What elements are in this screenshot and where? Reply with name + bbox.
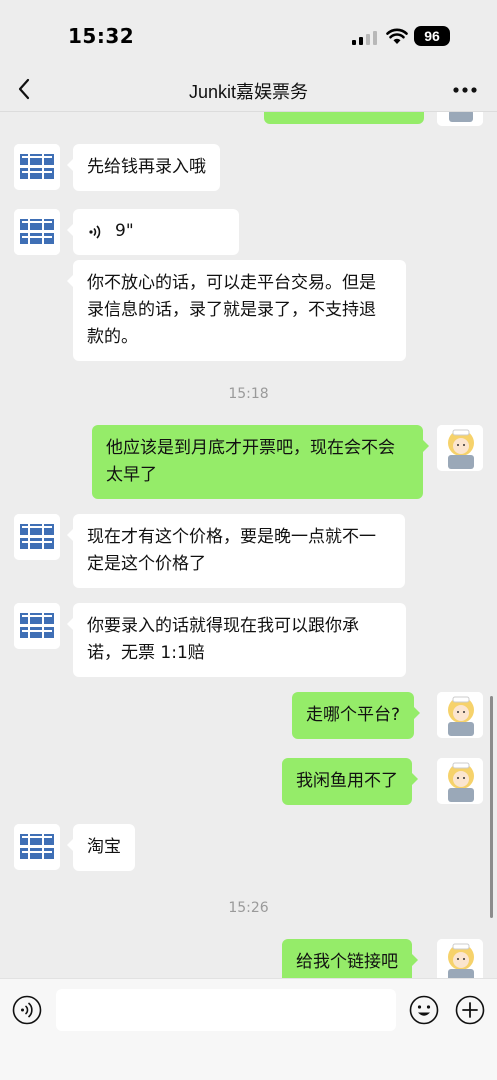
timestamp: 15:26 (228, 900, 269, 916)
message-bubble-partial[interactable] (264, 112, 424, 124)
avatar-self-partial[interactable] (437, 112, 483, 126)
voice-message-bubble[interactable]: 9" (67, 209, 239, 255)
more-options-icon[interactable] (452, 86, 478, 94)
nav-bar: Junkit嘉娱票务 (0, 66, 497, 112)
jiayu-logo-icon (14, 209, 60, 255)
message-list[interactable]: 先给钱再录入哦 9" 你不放心的话，可以走平台交易。但是录信息的话，录了就是录了… (0, 112, 497, 978)
voice-input-icon[interactable] (12, 995, 42, 1025)
voice-wave-icon (89, 224, 101, 239)
message-text: 我闲鱼用不了 (296, 771, 398, 791)
message-input[interactable] (56, 989, 396, 1031)
message-bubble[interactable]: 我闲鱼用不了 (282, 758, 418, 805)
avatar-contact[interactable] (14, 824, 60, 870)
emoji-icon[interactable] (409, 995, 439, 1025)
message-bubble[interactable]: 他应该是到月底才开票吧，现在会不会太早了 (92, 425, 429, 499)
avatar-self[interactable] (437, 692, 483, 738)
message-bubble[interactable]: 你要录入的话就得现在我可以跟你承诺，无票 1:1赔 (67, 603, 406, 677)
voice-duration: 9" (115, 221, 134, 241)
message-bubble[interactable]: 你不放心的话，可以走平台交易。但是录信息的话，录了就是录了，不支持退款的。 (67, 260, 406, 361)
battery-indicator: 96 (414, 26, 450, 46)
avatar-contact[interactable] (14, 144, 60, 190)
message-text: 现在才有这个价格，要是晚一点就不一定是这个价格了 (87, 527, 376, 574)
message-text: 淘宝 (87, 837, 121, 857)
status-bar: 15:32 96 (0, 0, 497, 66)
message-bubble[interactable]: 现在才有这个价格，要是晚一点就不一定是这个价格了 (67, 514, 405, 588)
scrollbar[interactable] (490, 696, 493, 918)
message-bubble[interactable]: 淘宝 (67, 824, 135, 871)
message-bubble[interactable]: 走哪个平台? (292, 692, 421, 739)
anime-girl-avatar-icon (437, 758, 483, 804)
message-bubble[interactable]: 先给钱再录入哦 (67, 144, 220, 191)
jiayu-logo-icon (14, 603, 60, 649)
message-text: 先给钱再录入哦 (87, 157, 206, 177)
anime-girl-avatar-icon (437, 425, 483, 471)
status-time: 15:32 (68, 24, 135, 48)
message-text: 你不放心的话，可以走平台交易。但是录信息的话，录了就是录了，不支持退款的。 (87, 273, 376, 347)
chat-title: Junkit嘉娱票务 (188, 82, 309, 102)
message-text: 你要录入的话就得现在我可以跟你承诺，无票 1:1赔 (87, 616, 359, 663)
anime-girl-avatar-icon (437, 692, 483, 738)
add-icon[interactable] (455, 995, 485, 1025)
avatar-contact[interactable] (14, 514, 60, 560)
jiayu-logo-icon (14, 514, 60, 560)
wifi-icon (386, 28, 408, 44)
jiayu-logo-icon (14, 144, 60, 190)
jiayu-logo-icon (14, 824, 60, 870)
avatar-contact[interactable] (14, 603, 60, 649)
message-text: 他应该是到月底才开票吧，现在会不会太早了 (106, 438, 395, 485)
chat-screen: 15:32 96 Junkit嘉娱票务 先给钱再录入哦 9" 你不放心的话，可以… (0, 0, 497, 1080)
anime-girl-avatar-icon (437, 939, 483, 978)
avatar-contact[interactable] (14, 209, 60, 255)
avatar-self[interactable] (437, 939, 483, 978)
message-text: 给我个链接吧 (296, 952, 398, 972)
input-bar (0, 978, 497, 1080)
message-text: 走哪个平台? (306, 705, 401, 725)
anime-girl-avatar-icon (437, 112, 483, 126)
avatar-self[interactable] (437, 425, 483, 471)
message-bubble[interactable]: 给我个链接吧 (282, 939, 418, 978)
timestamp: 15:18 (228, 386, 269, 402)
avatar-self[interactable] (437, 758, 483, 804)
cellular-signal-icon (352, 31, 377, 45)
